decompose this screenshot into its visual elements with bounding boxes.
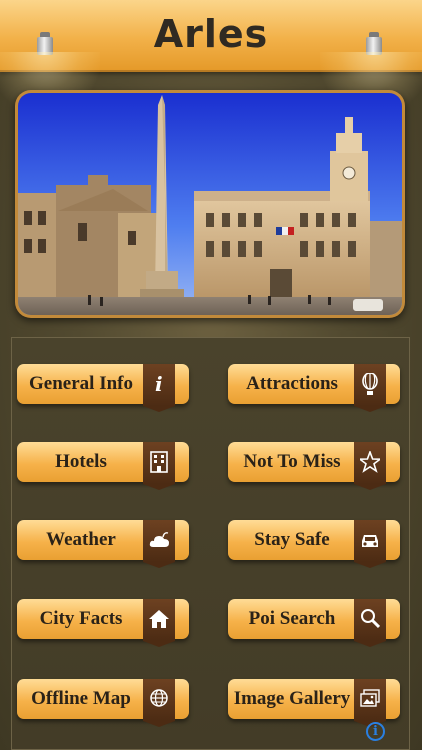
general-info-button[interactable]: General Info i (17, 364, 189, 412)
home-icon (143, 599, 175, 647)
hotels-button[interactable]: Hotels (17, 442, 189, 490)
globe-icon (143, 679, 175, 727)
stay-safe-button[interactable]: Stay Safe (228, 520, 400, 568)
cloud-icon (143, 520, 175, 568)
city-photo (18, 93, 402, 315)
not-to-miss-label: Not To Miss (243, 451, 341, 472)
attractions-label: Attractions (246, 373, 338, 394)
search-icon (354, 599, 386, 647)
offline-map-button[interactable]: Offline Map (17, 679, 189, 727)
svg-text:i: i (155, 373, 163, 395)
general-info-label: General Info (29, 373, 133, 394)
info-icon: i (143, 364, 175, 412)
image-gallery-label: Image Gallery (233, 688, 351, 709)
image-gallery-button[interactable]: Image Gallery (228, 679, 400, 727)
car-icon (354, 520, 386, 568)
gallery-icon (354, 679, 386, 727)
stay-safe-label: Stay Safe (254, 529, 330, 550)
hotels-label: Hotels (55, 451, 107, 472)
page-title: Arles (153, 12, 269, 56)
city-photo-frame (15, 90, 405, 318)
weather-label: Weather (46, 529, 116, 550)
building-icon (143, 442, 175, 490)
attractions-button[interactable]: Attractions (228, 364, 400, 412)
poi-search-label: Poi Search (248, 608, 336, 629)
app-header: Arles (0, 0, 422, 72)
info-circle-icon[interactable]: i (366, 722, 385, 741)
lamp-right-icon (366, 32, 382, 55)
city-facts-label: City Facts (39, 608, 123, 629)
lamp-left-icon (37, 32, 53, 55)
city-facts-button[interactable]: City Facts (17, 599, 189, 647)
balloon-icon (354, 364, 386, 412)
offline-map-label: Offline Map (31, 688, 131, 709)
weather-button[interactable]: Weather (17, 520, 189, 568)
poi-search-button[interactable]: Poi Search (228, 599, 400, 647)
star-icon (354, 442, 386, 490)
not-to-miss-button[interactable]: Not To Miss (228, 442, 400, 490)
